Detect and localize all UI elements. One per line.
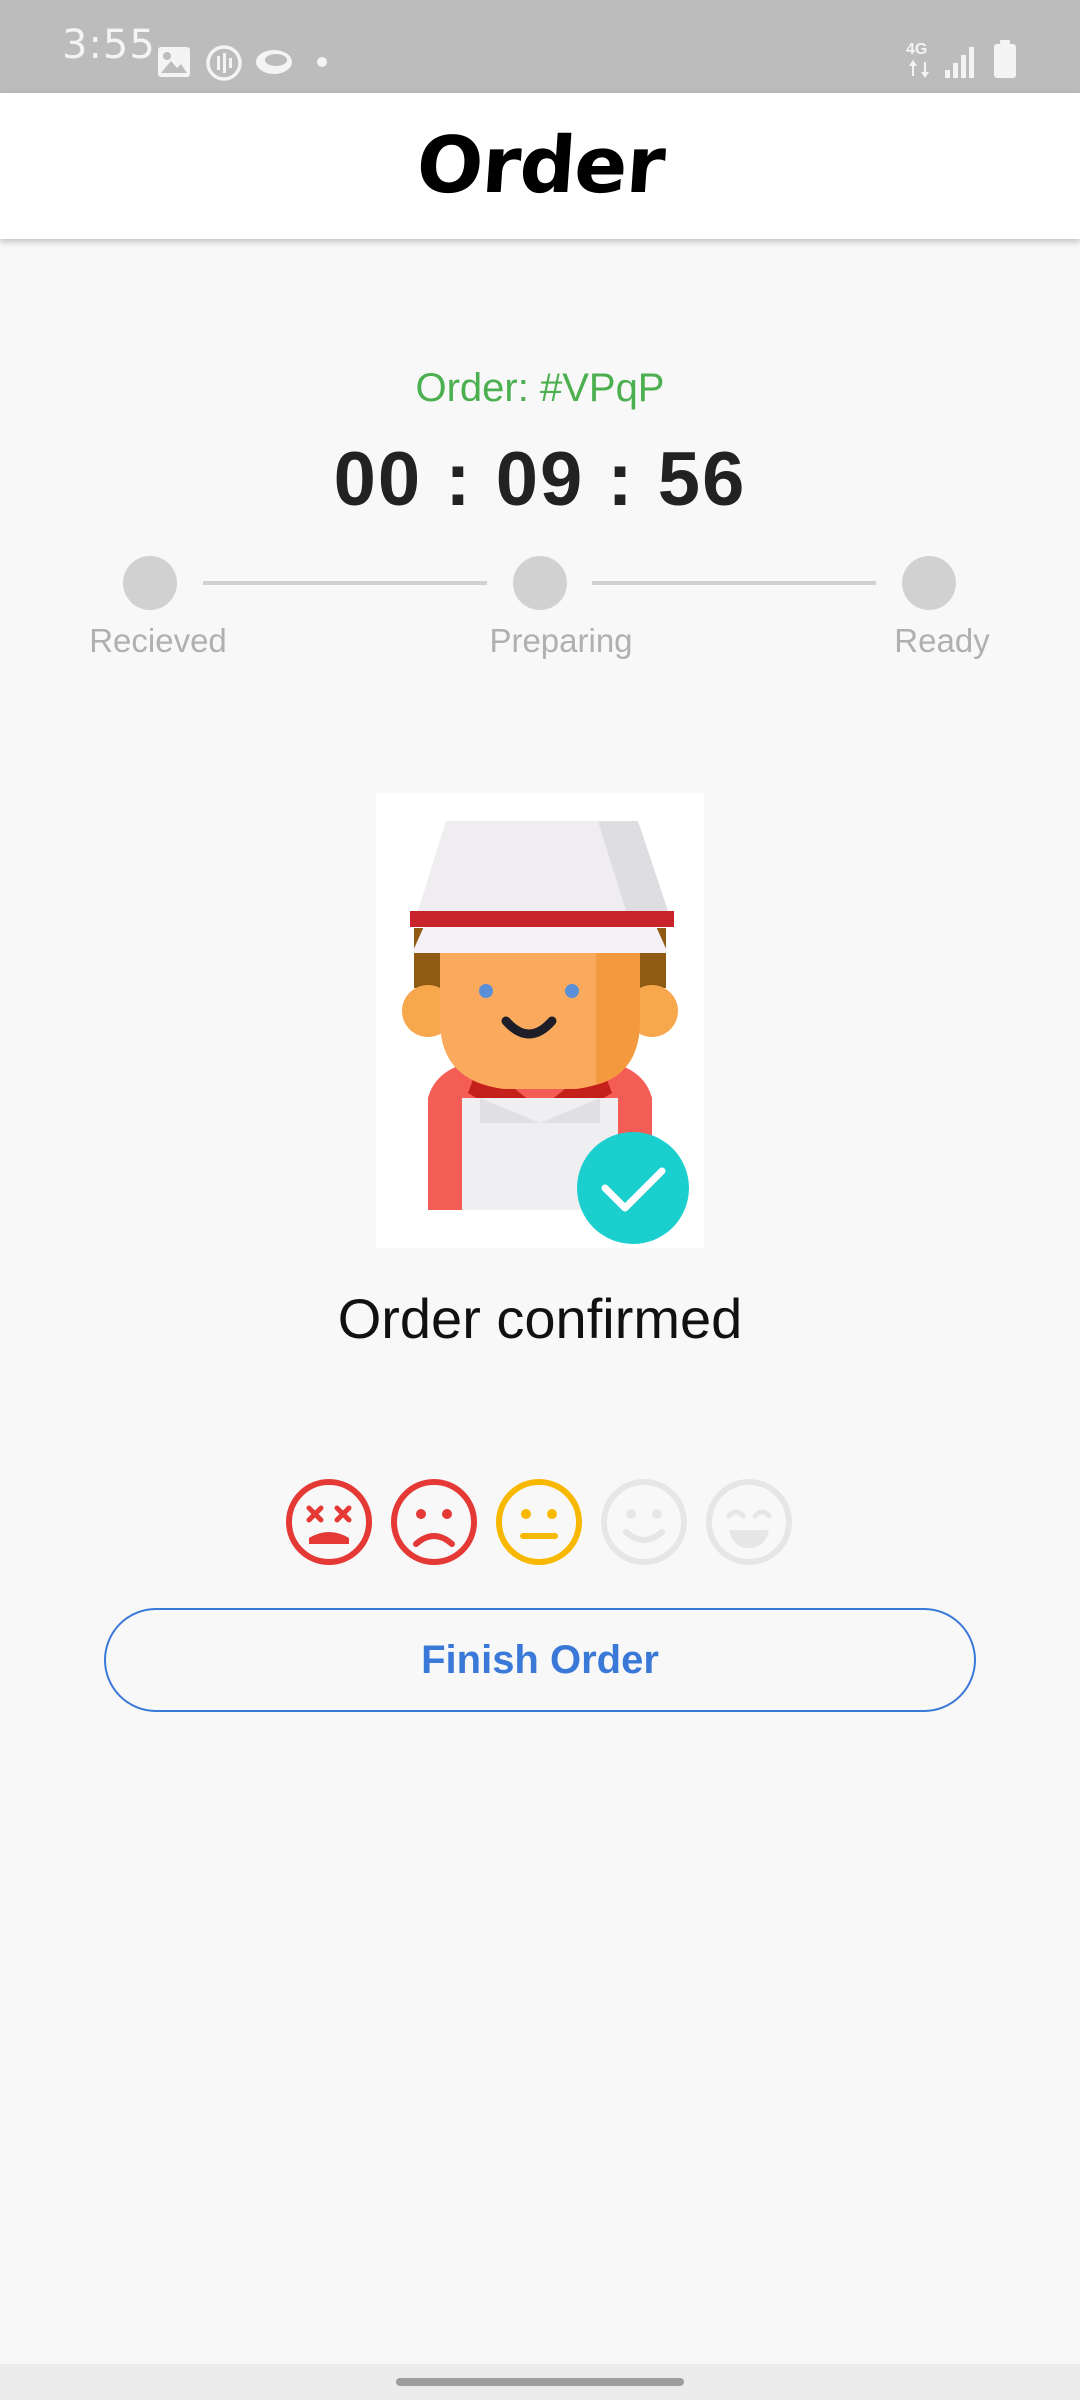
cloud-icon [256,50,292,74]
step-connector [592,581,876,585]
order-status-message: Order confirmed [337,1287,743,1350]
chef-icon [402,821,689,1244]
finish-order-button[interactable]: Finish Order [104,1608,976,1712]
status-bar: 3:55 4G [0,0,1080,93]
network-type-label: 4G [906,41,928,58]
signal-icon [945,47,974,78]
gallery-icon [158,47,190,77]
order-timer: 00 : 09 : 56 [333,437,747,522]
rating-face-very-good[interactable] [705,1478,793,1566]
rating-face-bad[interactable] [390,1478,478,1566]
home-gesture-handle[interactable] [396,2378,684,2386]
step-connector [203,581,487,585]
step-dot-preparing [513,556,567,610]
rating-face-good[interactable] [600,1478,688,1566]
chef-illustration [376,793,704,1248]
step-label-ready: Ready [894,622,990,659]
battery-icon [994,40,1016,78]
step-dot-received [123,556,177,610]
voice-icon [206,45,242,81]
system-nav-bar [0,2364,1080,2400]
rating-face-very-bad[interactable] [285,1478,373,1566]
step-label-received: Recieved [89,622,227,659]
step-label-preparing: Preparing [489,622,633,659]
data-arrows-icon [909,60,929,78]
dot-icon [317,57,327,67]
step-dot-ready [902,556,956,610]
order-number: Order: #VPqP [415,366,665,410]
status-time: 3:55 [62,22,156,68]
rating-face-neutral[interactable] [495,1478,583,1566]
checkmark-badge [577,1132,689,1244]
page-title: Order [413,121,667,211]
app-bar: Order [0,93,1080,239]
